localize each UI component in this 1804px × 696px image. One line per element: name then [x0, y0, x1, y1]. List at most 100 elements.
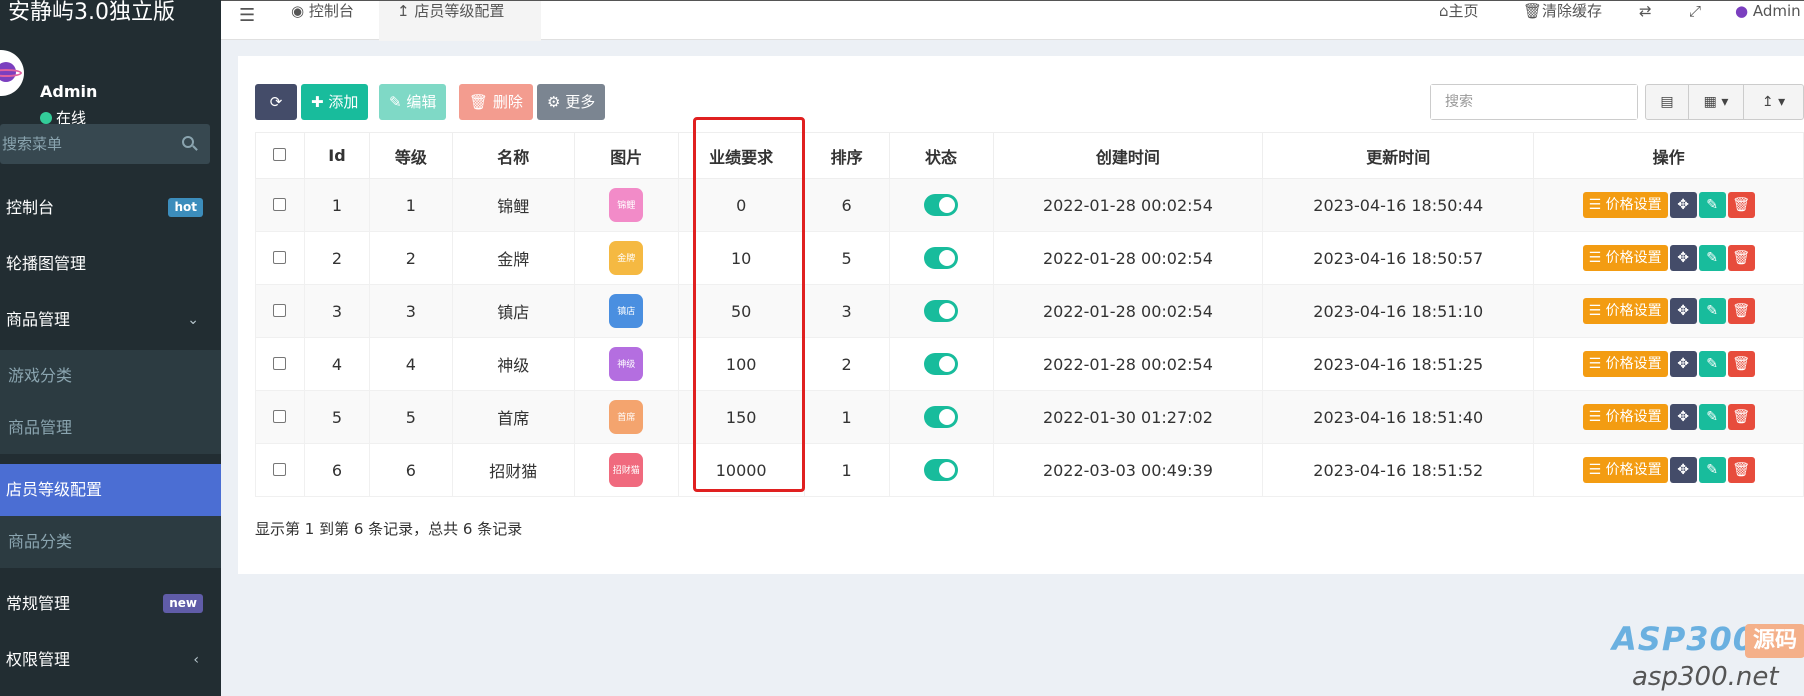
row-checkbox[interactable] [273, 197, 287, 211]
status-toggle[interactable] [924, 459, 959, 481]
row-delete-button[interactable]: 🗑 [1727, 298, 1755, 324]
export-button[interactable]: ↥ ▾ [1743, 84, 1804, 120]
drag-sort-button[interactable]: ✥ [1669, 298, 1697, 324]
cell-id: 4 [303, 337, 370, 391]
sidebar-item-clerk-level[interactable]: 店员等级配置 [0, 464, 221, 516]
row-checkbox[interactable] [273, 356, 287, 370]
edit-button[interactable]: ✎ 编辑 [379, 84, 447, 120]
price-settings-button[interactable]: ☰ 价格设置 [1582, 245, 1668, 271]
row-checkbox[interactable] [273, 462, 287, 476]
cell-created: 2022-03-03 00:49:39 [992, 443, 1264, 497]
sidebar-search-input[interactable] [0, 124, 170, 164]
tab-dashboard[interactable]: ◉ 控制台 [291, 1, 381, 41]
sidebar-item-general[interactable]: 常规管理 new [0, 578, 221, 630]
row-checkbox[interactable] [273, 250, 287, 264]
col-sort[interactable]: 排序 [803, 132, 890, 179]
list-view-icon: ▤ [1660, 94, 1674, 110]
row-delete-button[interactable]: 🗑 [1727, 351, 1755, 377]
row-delete-button[interactable]: 🗑 [1727, 457, 1755, 483]
row-edit-button[interactable]: ✎ [1698, 404, 1726, 430]
col-created[interactable]: 创建时间 [992, 132, 1264, 179]
price-settings-button[interactable]: ☰ 价格设置 [1582, 404, 1668, 430]
table-row[interactable]: 3 3 镇店 镇店 50 3 2022-01-28 00:02:54 2023-04-16 1… [255, 284, 1804, 338]
price-settings-button[interactable]: ☰ 价格设置 [1582, 192, 1668, 218]
row-delete-button[interactable]: 🗑 [1727, 245, 1755, 271]
fullscreen-icon[interactable]: ⤢ [1689, 1, 1701, 21]
row-select-cell [255, 284, 305, 338]
row-select-cell [255, 231, 305, 285]
brand-title[interactable]: 安静屿3.0独立版 [0, 0, 221, 30]
row-edit-button[interactable]: ✎ [1698, 298, 1726, 324]
col-level[interactable]: 等级 [368, 132, 453, 179]
hot-badge: hot [168, 198, 203, 217]
add-button[interactable]: ✚ 添加 [301, 84, 369, 120]
level-badge-image[interactable]: 金牌 [609, 241, 644, 275]
col-requirement[interactable]: 业绩要求 [677, 132, 805, 179]
col-status[interactable]: 状态 [888, 132, 994, 179]
row-delete-button[interactable]: 🗑 [1727, 192, 1755, 218]
status-toggle[interactable] [924, 194, 959, 216]
sidebar-item-goods-manage[interactable]: 商品管理 [0, 402, 221, 454]
table-row[interactable]: 6 6 招财猫 招财猫 10000 1 2022-03-03 00:49:39 2023-04… [255, 443, 1804, 497]
drag-sort-button[interactable]: ✥ [1669, 192, 1697, 218]
level-badge-image[interactable]: 神级 [609, 347, 644, 381]
col-image[interactable]: 图片 [573, 132, 679, 179]
sidebar-item-goods[interactable]: 商品管理 ⌄ [0, 294, 221, 346]
cell-image: 招财猫 [573, 443, 679, 497]
table-search-input[interactable] [1431, 85, 1637, 119]
row-edit-button[interactable]: ✎ [1698, 351, 1726, 377]
row-edit-button[interactable]: ✎ [1698, 457, 1726, 483]
sidebar-item-carousel[interactable]: 轮播图管理 [0, 238, 221, 290]
price-settings-button[interactable]: ☰ 价格设置 [1582, 457, 1668, 483]
move-icon: ✥ [1677, 356, 1689, 372]
sidebar-item-permission[interactable]: 权限管理 ‹ [0, 634, 221, 686]
new-badge: new [163, 594, 203, 613]
drag-sort-button[interactable]: ✥ [1669, 457, 1697, 483]
row-checkbox[interactable] [273, 409, 287, 423]
sidebar-item-goods-category[interactable]: 商品分类 [0, 516, 221, 568]
columns-button[interactable]: ▦ ▾ [1688, 84, 1744, 120]
home-link[interactable]: ⌂主页 [1439, 1, 1479, 21]
row-delete-button[interactable]: 🗑 [1727, 404, 1755, 430]
move-icon: ✥ [1677, 197, 1689, 213]
table-row[interactable]: 5 5 首席 首席 150 1 2022-01-30 01:27:02 2023-04-16 … [255, 390, 1804, 444]
user-menu[interactable]: ● Admin [1735, 1, 1801, 21]
move-icon: ✥ [1677, 409, 1689, 425]
drag-sort-button[interactable]: ✥ [1669, 404, 1697, 430]
clear-cache-button[interactable]: 🗑清除缓存 [1523, 1, 1602, 21]
level-badge-image[interactable]: 招财猫 [609, 453, 644, 487]
price-settings-button[interactable]: ☰ 价格设置 [1582, 298, 1668, 324]
sidebar-item-dashboard[interactable]: 控制台 hot [0, 182, 221, 234]
price-settings-button[interactable]: ☰ 价格设置 [1582, 351, 1668, 377]
col-updated[interactable]: 更新时间 [1262, 132, 1535, 179]
table-row[interactable]: 1 1 锦鲤 锦鲤 0 6 2022-01-28 00:02:54 2023-04-16 18… [255, 178, 1804, 232]
pencil-icon: ✎ [389, 93, 402, 111]
level-badge-image[interactable]: 首席 [609, 400, 644, 434]
status-toggle[interactable] [924, 300, 959, 322]
delete-button[interactable]: 🗑 删除 [459, 84, 533, 120]
sidebar-item-game-category[interactable]: 游戏分类 [0, 350, 221, 402]
status-toggle[interactable] [924, 406, 959, 428]
drag-sort-button[interactable]: ✥ [1669, 351, 1697, 377]
col-id[interactable]: Id [303, 132, 370, 179]
toggle-view-button[interactable]: ▤ [1645, 84, 1689, 120]
status-toggle[interactable] [924, 247, 959, 269]
drag-sort-button[interactable]: ✥ [1669, 245, 1697, 271]
search-icon[interactable] [182, 136, 194, 148]
refresh-button[interactable]: ⟳ [255, 84, 297, 120]
menu-toggle-icon[interactable]: ☰ [239, 5, 255, 26]
tab-clerk-level[interactable]: ↥ 店员等级配置 [379, 1, 541, 41]
translate-icon[interactable]: ⇄ [1639, 1, 1652, 21]
more-button[interactable]: ⚙ 更多 [537, 84, 606, 120]
table-row[interactable]: 2 2 金牌 金牌 10 5 2022-01-28 00:02:54 2023-04-16 1… [255, 231, 1804, 285]
row-edit-button[interactable]: ✎ [1698, 245, 1726, 271]
select-all-checkbox[interactable] [273, 148, 287, 161]
row-checkbox[interactable] [273, 303, 287, 317]
status-toggle[interactable] [924, 353, 959, 375]
row-edit-button[interactable]: ✎ [1698, 192, 1726, 218]
watermark-logo: ASP300 源码 asp300.net [1612, 614, 1804, 696]
level-badge-image[interactable]: 镇店 [609, 294, 644, 328]
level-badge-image[interactable]: 锦鲤 [609, 188, 644, 222]
table-row[interactable]: 4 4 神级 神级 100 2 2022-01-28 00:02:54 2023-04-16 … [255, 337, 1804, 391]
col-name[interactable]: 名称 [451, 132, 575, 179]
